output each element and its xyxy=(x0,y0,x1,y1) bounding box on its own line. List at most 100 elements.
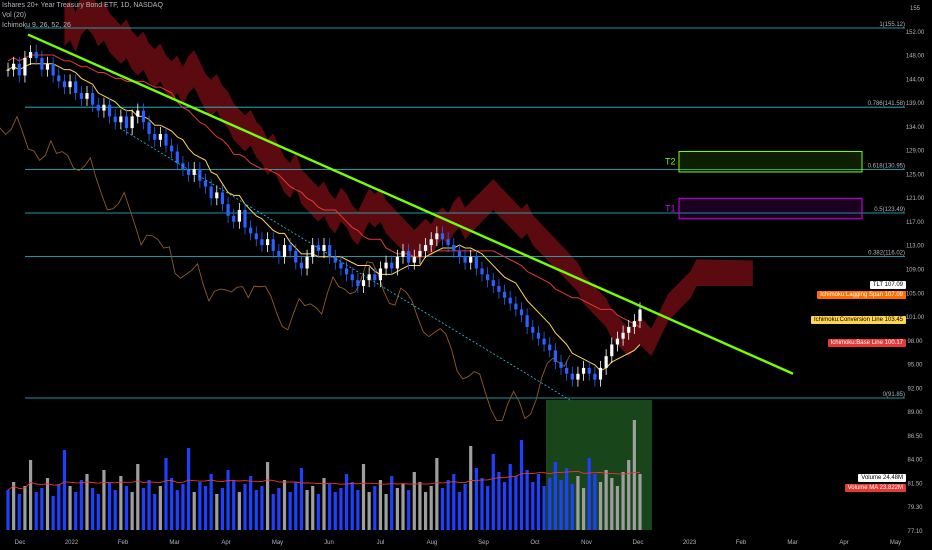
volume-bar xyxy=(469,446,473,530)
candle-body xyxy=(40,57,44,70)
price-chart[interactable]: 1(155.12) 0.786(141.58) 0.618(130.95) 0.5(1… xyxy=(0,0,932,550)
fib-label: 0.5(123.49) xyxy=(874,207,905,213)
volume-bar xyxy=(305,490,309,530)
candle-body xyxy=(254,233,258,240)
volume-bar xyxy=(508,464,512,530)
price-tick: 79.30 xyxy=(907,505,923,511)
price-tick: 77.10 xyxy=(907,529,923,535)
candle-body xyxy=(74,81,78,94)
candle-body xyxy=(12,63,16,70)
volume-bar xyxy=(294,482,298,530)
candle-body xyxy=(79,93,83,99)
volume-bar xyxy=(576,476,580,530)
volume-bar xyxy=(181,484,185,530)
candle-body xyxy=(469,256,473,263)
volume-bar xyxy=(254,490,258,530)
price-label-name: Volume MA xyxy=(847,485,880,491)
volume-bar xyxy=(232,480,236,530)
candle-body xyxy=(497,286,501,292)
volume-bar xyxy=(164,458,168,530)
ichimoku-indicator-title[interactable]: Ichimoku 9, 26, 52, 26 xyxy=(2,22,71,29)
volume-bar xyxy=(333,492,337,530)
volume-bar xyxy=(627,460,631,530)
candle-body xyxy=(28,52,33,58)
volume-bar xyxy=(328,484,332,530)
candle-body xyxy=(96,104,100,111)
price-tick: 152.00 xyxy=(906,30,925,36)
candle-body xyxy=(85,93,89,99)
candle-body xyxy=(576,373,580,380)
volume-bar xyxy=(384,494,388,530)
volume-bar xyxy=(158,486,162,530)
volume-bar xyxy=(435,458,439,530)
candle-body xyxy=(446,239,450,246)
volume-bar xyxy=(34,492,38,530)
candle-body xyxy=(559,362,563,368)
candle-body xyxy=(435,233,439,240)
main-trendline xyxy=(27,33,794,375)
volume-bar xyxy=(632,420,636,530)
candle-body xyxy=(237,209,241,222)
candle-body xyxy=(333,256,337,263)
price-tick: 139.00 xyxy=(906,101,925,107)
price-tick: 95.00 xyxy=(907,363,923,369)
volume-bar xyxy=(198,482,202,530)
candle-body xyxy=(452,245,456,251)
price-tick: 113.00 xyxy=(906,244,925,250)
volume-bar xyxy=(548,478,552,530)
target-label: T2 xyxy=(665,157,676,167)
candle-body xyxy=(107,104,112,117)
candle-body xyxy=(130,116,134,129)
volume-bar xyxy=(519,440,524,530)
volume-bar xyxy=(452,474,456,530)
candle-body xyxy=(440,233,445,240)
volume-bar xyxy=(6,490,10,530)
time-tick: Aug xyxy=(427,540,438,546)
price-label-value: 100.17 xyxy=(884,340,903,346)
candle-body xyxy=(119,116,123,123)
volume-bar xyxy=(62,450,67,530)
candle-body xyxy=(598,367,603,380)
candle-body xyxy=(390,262,394,269)
volume-bar xyxy=(565,468,569,530)
volume-bar xyxy=(153,494,157,530)
volume-bar xyxy=(96,494,100,530)
candle-body xyxy=(587,367,591,374)
candle-body xyxy=(91,93,95,105)
candle-body xyxy=(45,63,50,70)
candle-body xyxy=(627,326,631,333)
volume-bar xyxy=(598,482,603,530)
candle-body xyxy=(226,204,230,216)
time-tick: 2023 xyxy=(683,540,697,546)
volume-bar xyxy=(209,474,213,530)
candle-body xyxy=(373,274,377,281)
candle-body xyxy=(457,250,462,257)
volume-bar xyxy=(621,472,625,530)
candle-body xyxy=(502,291,507,298)
candle-body xyxy=(288,245,292,251)
volume-bar xyxy=(339,488,343,530)
candle-body xyxy=(350,274,354,281)
candle-body xyxy=(62,81,67,88)
volume-bar xyxy=(68,486,72,530)
volume-bar xyxy=(423,492,428,530)
candle-body xyxy=(175,151,179,164)
volume-bar xyxy=(124,486,129,530)
volume-bar xyxy=(107,482,112,530)
fib-label: 0.618(130.95) xyxy=(868,163,905,169)
time-tick: Mar xyxy=(787,540,797,546)
candle-body xyxy=(553,350,557,363)
candle-body xyxy=(136,110,140,117)
fib-label: 1(155.12) xyxy=(879,22,905,28)
time-tick: Feb xyxy=(736,540,747,546)
volume-indicator-title[interactable]: Vol (20) xyxy=(2,12,26,19)
time-tick: Dec xyxy=(633,540,644,546)
candle-body xyxy=(384,262,388,269)
candle-body xyxy=(147,122,151,134)
volume-bar xyxy=(23,486,27,530)
candle-body xyxy=(632,321,636,327)
candle-body xyxy=(170,145,174,152)
price-label-value: 107.09 xyxy=(884,292,903,298)
price-label-value: 24.48M xyxy=(882,475,903,481)
price-tick: 155 xyxy=(910,6,921,12)
